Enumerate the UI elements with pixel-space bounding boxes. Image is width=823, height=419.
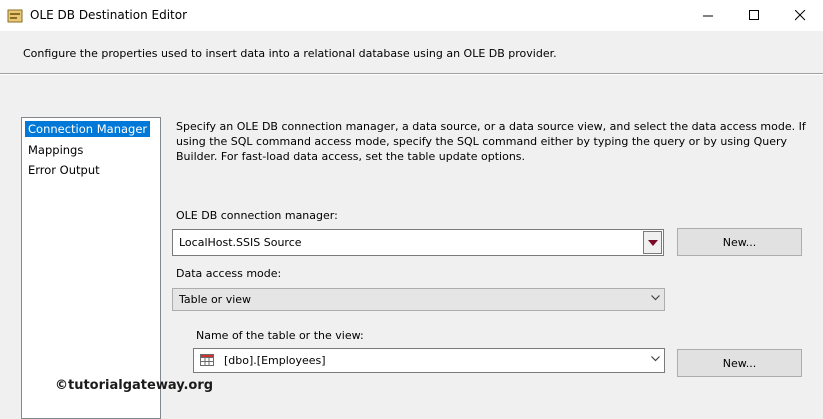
- connection-manager-label: OLE DB connection manager:: [176, 209, 338, 222]
- nav-item-error-output[interactable]: Error Output: [25, 162, 103, 178]
- table-name-select[interactable]: [dbo].[Employees]: [193, 348, 665, 373]
- page-navigation: Connection Manager Mappings Error Output: [21, 117, 161, 419]
- new-connection-button[interactable]: New...: [677, 228, 802, 256]
- title-bar: OLE DB Destination Editor: [0, 0, 823, 32]
- chevron-down-icon: [651, 356, 660, 362]
- new-table-button[interactable]: New...: [677, 349, 802, 377]
- watermark: ©tutorialgateway.org: [55, 378, 214, 393]
- maximize-icon: [749, 10, 759, 20]
- connection-manager-dropdown-button[interactable]: [643, 231, 662, 254]
- dialog-description: Configure the properties used to insert …: [23, 47, 557, 60]
- instructions-text: Specify an OLE DB connection manager, a …: [176, 120, 806, 163]
- access-mode-value: Table or view: [179, 293, 252, 306]
- header-separator: [0, 73, 823, 75]
- minimize-icon: [703, 15, 713, 17]
- minimize-button[interactable]: [685, 0, 731, 31]
- maximize-button[interactable]: [731, 0, 777, 31]
- access-mode-select[interactable]: Table or view: [172, 288, 665, 311]
- access-mode-label: Data access mode:: [176, 267, 282, 280]
- ssis-app-icon: [7, 8, 23, 24]
- table-name-value: [dbo].[Employees]: [224, 354, 326, 367]
- connection-manager-select[interactable]: LocalHost.SSIS Source: [172, 229, 664, 256]
- close-icon: [795, 10, 806, 21]
- nav-item-connection-manager[interactable]: Connection Manager: [25, 121, 151, 137]
- table-name-label: Name of the table or the view:: [196, 329, 364, 342]
- close-button[interactable]: [777, 0, 823, 31]
- chevron-down-icon: [651, 295, 660, 301]
- nav-item-mappings[interactable]: Mappings: [25, 142, 86, 158]
- dropdown-arrow-icon: [648, 240, 658, 246]
- window-title: OLE DB Destination Editor: [30, 8, 188, 22]
- table-icon: [200, 354, 214, 366]
- connection-manager-value: LocalHost.SSIS Source: [179, 236, 302, 249]
